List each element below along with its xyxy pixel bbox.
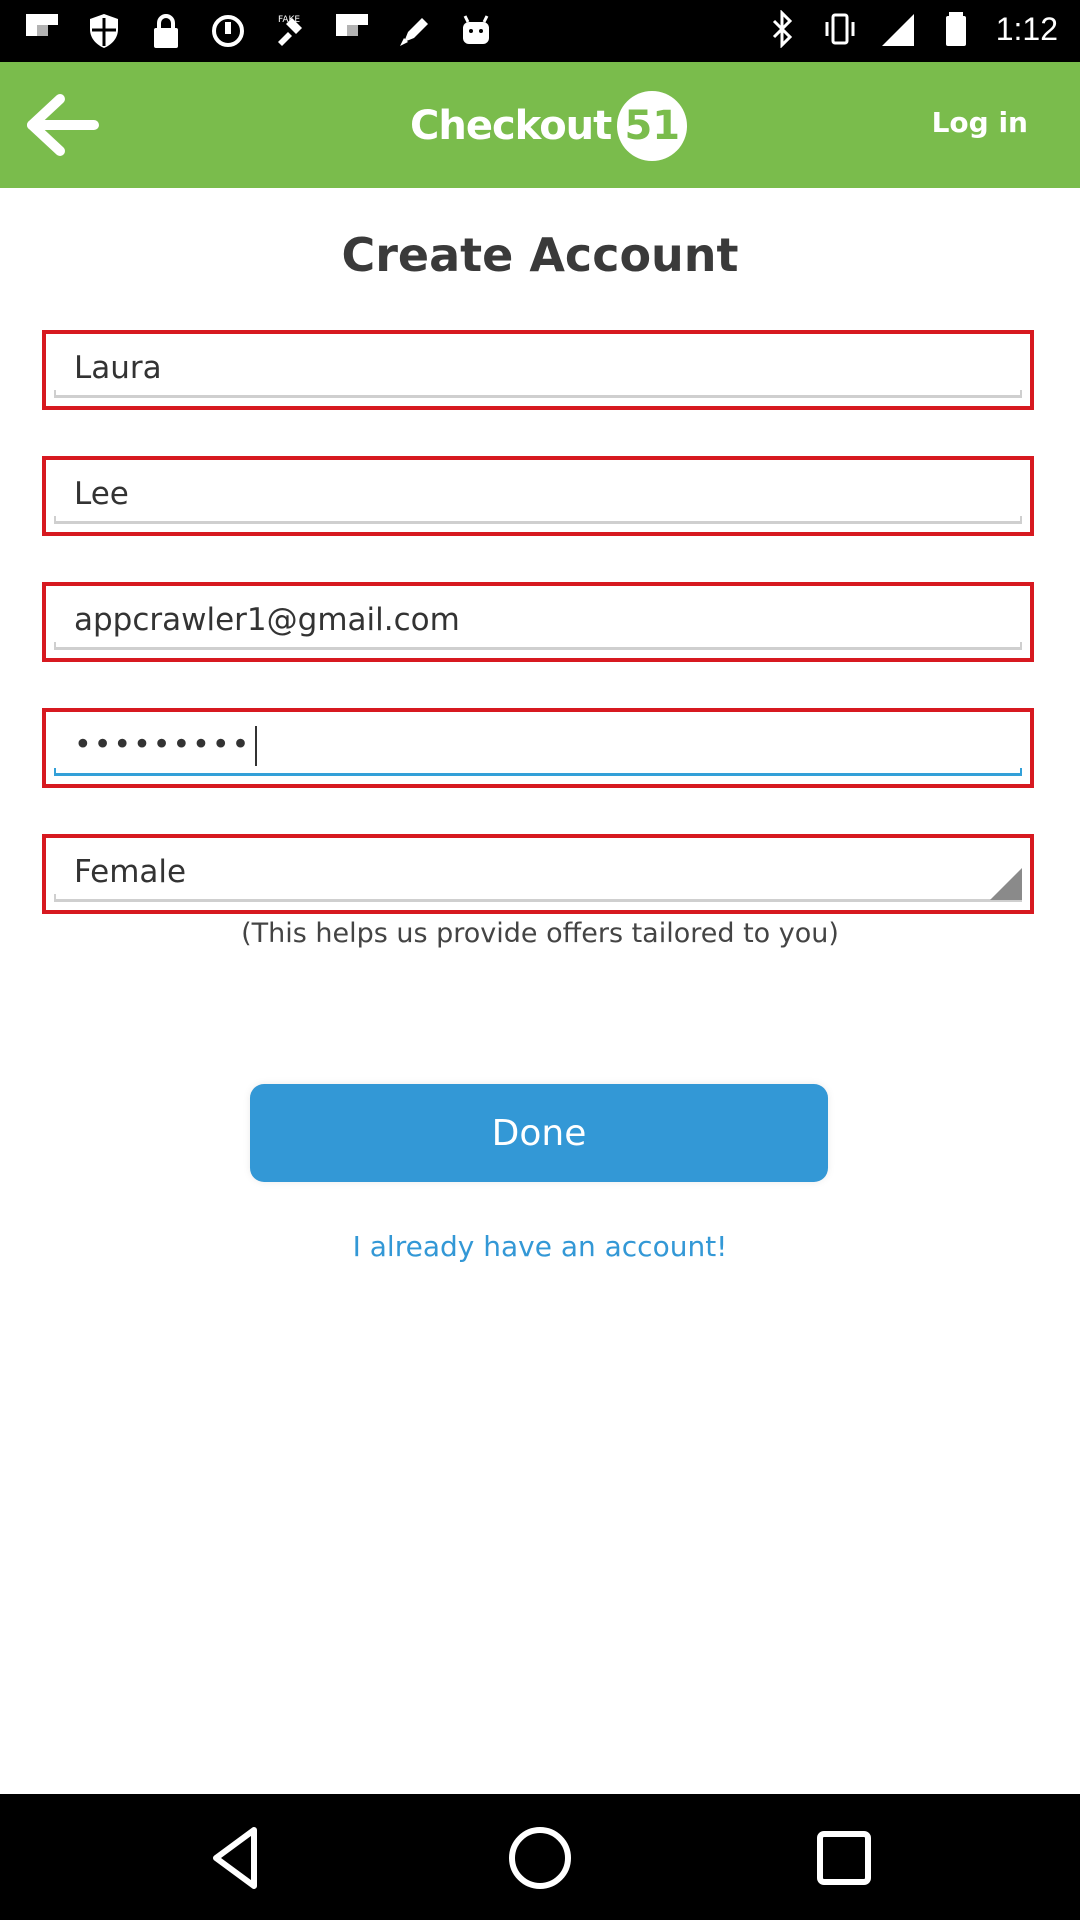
pen-icon xyxy=(400,18,428,46)
android-icon xyxy=(463,15,489,44)
existing-account-link[interactable]: I already have an account! xyxy=(0,1230,1080,1263)
bluetooth-icon xyxy=(772,10,792,48)
fake-gps-icon: FAKE xyxy=(278,15,302,46)
email-value: appcrawler1@gmail.com xyxy=(74,602,460,638)
clock: 1:12 xyxy=(995,10,1058,47)
field-underline xyxy=(54,516,1022,524)
password-value: ••••••••• xyxy=(74,726,258,766)
login-button[interactable]: Log in xyxy=(932,106,1028,139)
lock-icon xyxy=(154,14,178,48)
email-field[interactable]: appcrawler1@gmail.com xyxy=(42,582,1034,662)
field-underline xyxy=(54,642,1022,650)
password-field[interactable]: ••••••••• xyxy=(42,708,1034,788)
battery-icon xyxy=(945,12,966,46)
dropdown-triangle-icon xyxy=(990,868,1022,900)
app-bar: Checkout 51 Log in xyxy=(0,62,1080,188)
status-bar: FAKE 1:12 xyxy=(0,0,1080,62)
home-circle-icon[interactable] xyxy=(502,1820,578,1896)
logo-badge: 51 xyxy=(617,91,688,161)
gender-helper-text: (This helps us provide offers tailored t… xyxy=(241,918,839,949)
first-name-field[interactable]: Laura xyxy=(42,330,1034,410)
flipboard-icon xyxy=(336,14,368,36)
shield-icon xyxy=(90,14,118,48)
logo-text: Checkout xyxy=(410,103,612,149)
field-underline xyxy=(54,894,1022,902)
first-name-value: Laura xyxy=(74,350,162,386)
signal-icon xyxy=(881,14,914,46)
done-button[interactable]: Done xyxy=(250,1084,828,1182)
field-underline xyxy=(54,768,1022,776)
gender-value: Female xyxy=(74,854,187,890)
field-underline xyxy=(54,390,1022,398)
text-cursor xyxy=(255,726,258,766)
back-arrow-icon[interactable] xyxy=(22,92,102,158)
last-name-value: Lee xyxy=(74,476,129,512)
flipboard-icon xyxy=(26,14,58,36)
navigation-bar xyxy=(0,1794,1080,1920)
checkout51-logo: Checkout 51 xyxy=(410,86,688,166)
vibrate-icon xyxy=(825,13,855,45)
password-dots: ••••••••• xyxy=(74,727,252,763)
gender-dropdown[interactable]: Female xyxy=(42,834,1034,914)
recents-square-icon[interactable] xyxy=(806,1820,882,1896)
notification-icons: FAKE xyxy=(24,12,494,50)
page-title: Create Account xyxy=(341,228,739,282)
system-icons: 1:12 xyxy=(764,10,1058,48)
svg-text:FAKE: FAKE xyxy=(278,15,300,25)
sync-icon xyxy=(212,15,244,47)
last-name-field[interactable]: Lee xyxy=(42,456,1034,536)
back-triangle-icon[interactable] xyxy=(198,1820,274,1896)
